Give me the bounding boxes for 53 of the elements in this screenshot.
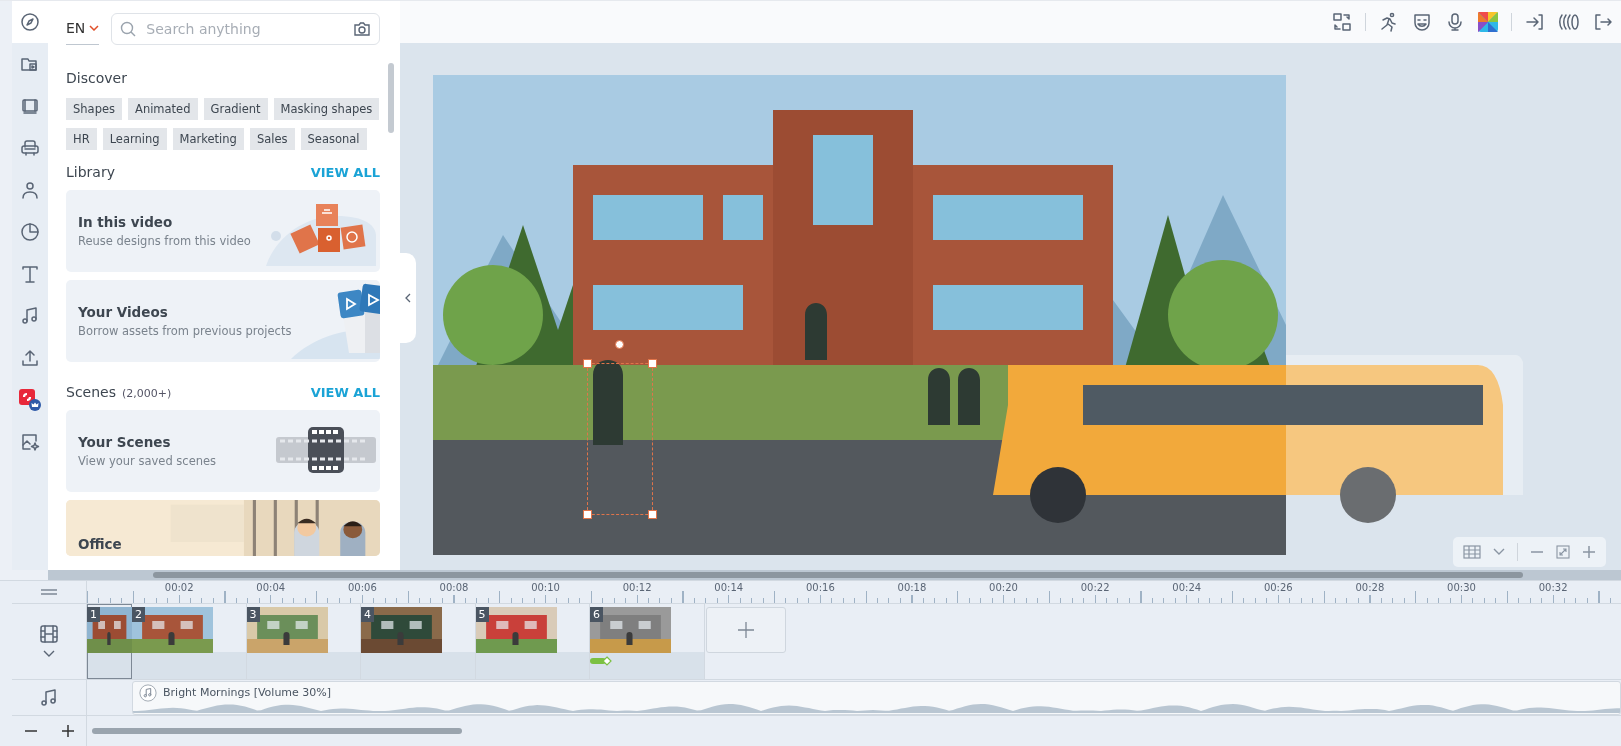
tag-chip[interactable]: Marketing [172,128,244,150]
tick-label: 00:08 [439,581,469,595]
tick-label: 00:16 [805,581,835,595]
tick-label: 00:22 [1080,581,1110,595]
tick-label: 00:06 [347,581,377,595]
tag-chip[interactable]: HR [66,128,97,150]
library-card[interactable]: In this video Reuse designs from this video [66,190,380,272]
scene-clip[interactable]: 6 [590,603,705,679]
tag-chip[interactable]: Learning [102,128,167,150]
audio-label: Bright Mornings [Volume 30%] [163,684,332,701]
tick-label: 00:26 [1263,581,1293,595]
tag-chip[interactable]: Animated [128,98,198,120]
search-bar[interactable]: Search anything [111,13,380,45]
card-subtitle: Reuse designs from this video [78,234,251,248]
search-input[interactable]: Search anything [144,20,345,38]
scene-clip[interactable]: 5 [475,603,590,679]
tick-label: 00:32 [1538,581,1568,595]
scene-number: 6 [590,606,603,622]
tag-chip[interactable]: Masking shapes [273,98,380,120]
card-subtitle: View your saved scenes [78,454,217,468]
scene-number: 2 [132,606,145,622]
scene-clip[interactable]: 4 [361,603,476,679]
library-card[interactable]: Your Scenes View your saved scenes [66,410,380,492]
scene-clip[interactable]: 2 [132,603,247,679]
library-card[interactable]: Your Videos Borrow assets from previous projects [66,280,380,362]
tag-chip[interactable]: Sales [249,128,295,150]
tick-label: 00:04 [256,581,286,595]
count-label: (2,000+) [122,387,172,400]
card-subtitle: Borrow assets from previous projects [78,324,292,338]
card-title: In this video [78,214,174,230]
tag-chip[interactable]: Gradient [203,98,268,120]
tick-label: 00:10 [531,581,560,595]
section-title: Library [66,164,115,180]
tag-chip[interactable]: Shapes [66,98,122,120]
audio-clip[interactable]: Bright Mornings [Volume 30%] [132,680,1621,715]
tick-label: 00:28 [1355,581,1385,595]
scene-number: 4 [361,606,374,622]
tick-label: 00:12 [622,581,652,595]
card-title: Your Scenes [78,434,172,450]
category-card[interactable]: Office [66,500,380,556]
tick-label: 00:24 [1172,581,1202,595]
section-title: Scenes [66,384,116,400]
tick-label: 00:14 [714,581,744,595]
scene-clip[interactable]: 3 [246,603,361,679]
card-title: Your Videos [78,304,169,320]
tick-label: 00:02 [164,581,194,595]
tag-chip[interactable]: Seasonal [300,128,367,150]
tick-label: 00:30 [1447,581,1476,595]
card-title: Office [78,536,122,552]
section-title: Discover [66,69,128,88]
tick-label: 00:20 [989,581,1018,595]
language-dropdown[interactable]: EN [66,13,100,45]
tick-label: 00:18 [897,581,927,595]
